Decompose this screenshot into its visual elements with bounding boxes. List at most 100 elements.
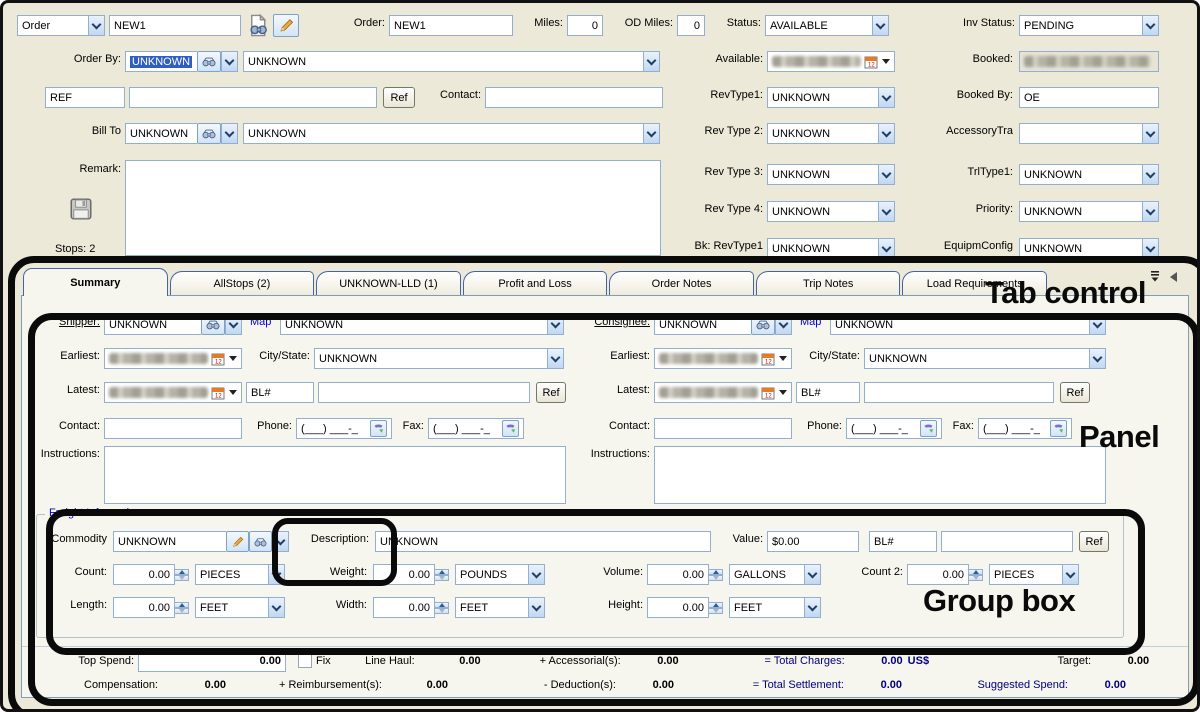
edit-pencil-icon[interactable] (226, 531, 249, 552)
miles-field[interactable]: 0 (567, 15, 603, 36)
shipper-name-combo[interactable]: UNKNOWN (280, 314, 564, 335)
spin-down-icon[interactable] (709, 575, 723, 581)
chevron-down-icon[interactable] (1142, 201, 1159, 222)
consignee-fax-field[interactable]: (___) ___-_ (978, 418, 1072, 439)
weight-stepper[interactable]: 0.00 (373, 564, 449, 585)
calendar-icon[interactable]: 12 (761, 386, 775, 400)
chevron-down-icon[interactable] (547, 348, 564, 369)
chevron-down-icon[interactable] (528, 597, 545, 618)
top-spend-input[interactable]: 0.00 (138, 651, 286, 672)
bk-revtype1-select[interactable]: UNKNOWN (767, 238, 895, 259)
phone-dial-icon[interactable] (1050, 420, 1067, 437)
revtype1-select[interactable]: UNKNOWN (767, 87, 895, 108)
count-stepper[interactable]: 0.00 (113, 564, 189, 585)
phone-dial-icon[interactable] (370, 420, 387, 437)
available-date-field[interactable]: 12 (767, 51, 895, 72)
description-field[interactable]: UNKNOWN (375, 531, 711, 552)
priority-select[interactable]: UNKNOWN (1019, 201, 1159, 222)
chevron-down-icon[interactable] (643, 123, 660, 144)
rev-type4-select[interactable]: UNKNOWN (767, 201, 895, 222)
consignee-latest-date[interactable]: 12 (654, 382, 792, 403)
value-field[interactable]: $0.00 (767, 531, 859, 552)
binoculars-icon[interactable] (249, 531, 272, 552)
status-select[interactable]: AVAILABLE (765, 15, 889, 36)
shipper-map-link[interactable]: Map (250, 316, 278, 328)
consignee-instructions-textarea[interactable] (654, 446, 1106, 504)
shipper-earliest-date[interactable]: 12 (104, 348, 242, 369)
width-stepper[interactable]: 0.00 (373, 597, 449, 618)
length-value[interactable]: 0.00 (113, 597, 175, 618)
consignee-phone-field[interactable]: (___) ___-_ (846, 418, 942, 439)
shipper-latest-date[interactable]: 12 (104, 382, 242, 403)
shipper-instructions-textarea[interactable] (104, 446, 566, 504)
volume-stepper[interactable]: 0.00 (647, 564, 723, 585)
chevron-down-icon[interactable] (268, 564, 285, 585)
tab-unknown-lld[interactable]: UNKNOWN-LLD (1) (316, 271, 461, 295)
phone-dial-icon[interactable] (502, 420, 519, 437)
volume-value[interactable]: 0.00 (647, 564, 709, 585)
spin-down-icon[interactable] (435, 575, 449, 581)
phone-dial-icon[interactable] (920, 420, 937, 437)
freight-bl-field[interactable] (941, 531, 1073, 552)
chevron-down-icon[interactable] (1142, 238, 1159, 259)
chevron-down-icon[interactable] (1089, 314, 1106, 335)
chevron-down-icon[interactable] (878, 201, 895, 222)
order-by-name-combo[interactable]: UNKNOWN (243, 51, 660, 72)
width-unit-select[interactable]: FEET (455, 597, 545, 618)
width-value[interactable]: 0.00 (373, 597, 435, 618)
consignee-bl-type-field[interactable]: BL# (796, 382, 860, 403)
consignee-code-combo[interactable]: UNKNOWN (654, 314, 792, 335)
rev-type3-select[interactable]: UNKNOWN (767, 164, 895, 185)
contact-field[interactable] (485, 87, 663, 108)
consignee-bl-field[interactable] (864, 382, 1054, 403)
chevron-down-icon[interactable] (878, 164, 895, 185)
consignee-contact-field[interactable] (654, 418, 792, 439)
calendar-dropdown-icon[interactable] (882, 59, 890, 64)
shipper-bl-field[interactable] (318, 382, 530, 403)
calendar-icon[interactable]: 12 (211, 352, 225, 366)
chevron-down-icon[interactable] (221, 123, 238, 144)
binoculars-icon[interactable] (751, 314, 775, 335)
shipper-phone-field[interactable]: (___) ___-_ (296, 418, 392, 439)
equipmconfig-select[interactable]: UNKNOWN (1019, 238, 1159, 259)
chevron-down-icon[interactable] (88, 15, 105, 36)
chevron-down-icon[interactable] (804, 597, 821, 618)
chevron-down-icon[interactable] (547, 314, 564, 335)
fix-checkbox[interactable] (298, 654, 312, 668)
tab-load-requirements[interactable]: Load Requirements (902, 271, 1047, 295)
length-stepper[interactable]: 0.00 (113, 597, 189, 618)
scroll-tabs-left-icon[interactable] (1169, 272, 1178, 282)
count2-unit-select[interactable]: PIECES (989, 564, 1079, 585)
calendar-dropdown-icon[interactable] (779, 390, 787, 395)
binoculars-icon[interactable] (197, 123, 221, 144)
binoculars-icon[interactable] (197, 51, 221, 72)
length-unit-select[interactable]: FEET (195, 597, 285, 618)
tab-summary[interactable]: Summary (23, 268, 168, 296)
ref-type-field[interactable]: REF (45, 87, 125, 108)
bill-to-code-combo[interactable]: UNKNOWN (125, 123, 238, 144)
shipper-link[interactable]: Shipper: (38, 316, 100, 328)
count2-stepper[interactable]: 0.00 (907, 564, 983, 585)
chevron-down-icon[interactable] (1142, 123, 1159, 144)
trltype1-select[interactable]: UNKNOWN (1019, 164, 1159, 185)
calendar-dropdown-icon[interactable] (229, 390, 237, 395)
weight-value[interactable]: 0.00 (373, 564, 435, 585)
shipper-code-combo[interactable]: UNKNOWN (104, 314, 242, 335)
chevron-down-icon[interactable] (878, 123, 895, 144)
rev-type2-select[interactable]: UNKNOWN (767, 123, 895, 144)
consignee-ref-button[interactable]: Ref (1060, 382, 1090, 403)
spin-down-icon[interactable] (709, 608, 723, 614)
order-number-input[interactable]: NEW1 (109, 15, 241, 36)
weight-unit-select[interactable]: POUNDS (455, 564, 545, 585)
chevron-down-icon[interactable] (878, 87, 895, 108)
chevron-down-icon[interactable] (225, 314, 242, 335)
height-unit-select[interactable]: FEET (729, 597, 821, 618)
tab-allstops[interactable]: AllStops (2) (170, 271, 315, 295)
commodity-combo[interactable]: UNKNOWN (113, 531, 289, 552)
search-document-icon[interactable] (246, 14, 269, 37)
count-unit-select[interactable]: PIECES (195, 564, 285, 585)
inv-status-select[interactable]: PENDING (1019, 15, 1159, 36)
spin-down-icon[interactable] (435, 608, 449, 614)
chevron-down-icon[interactable] (268, 597, 285, 618)
tab-order-notes[interactable]: Order Notes (609, 271, 754, 295)
